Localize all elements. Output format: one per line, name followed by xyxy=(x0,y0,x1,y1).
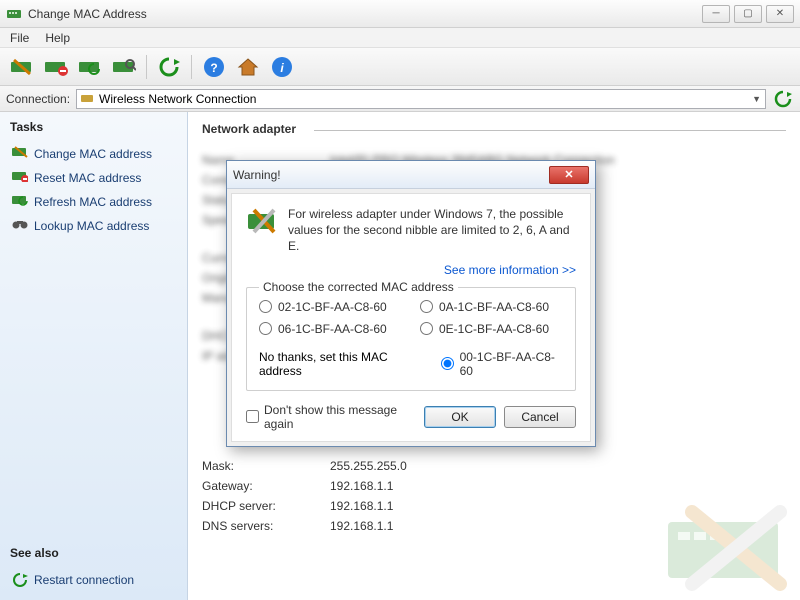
field-label: DNS servers: xyxy=(202,519,330,533)
mac-option-label: 00-1C-BF-AA-C8-60 xyxy=(460,350,563,378)
field-value: 255.255.255.0 xyxy=(330,459,407,473)
field-value: 192.168.1.1 xyxy=(330,479,393,493)
close-button[interactable]: ✕ xyxy=(766,5,794,23)
task-lookup-mac[interactable]: Lookup MAC address xyxy=(10,214,177,238)
maximize-button[interactable]: ▢ xyxy=(734,5,762,23)
dialog-title-text: Warning! xyxy=(233,168,549,182)
connection-refresh-button[interactable] xyxy=(772,88,794,110)
connection-label: Connection: xyxy=(6,92,70,106)
chevron-down-icon: ▼ xyxy=(752,94,761,104)
dialog-message: For wireless adapter under Windows 7, th… xyxy=(288,206,576,255)
field-value: 192.168.1.1 xyxy=(330,499,393,513)
field-label: Mask: xyxy=(202,459,330,473)
toolbar-refresh-button[interactable] xyxy=(153,52,185,82)
toolbar-reset-mac-button[interactable] xyxy=(40,52,72,82)
no-thanks-row: No thanks, set this MAC address 00-1C-BF… xyxy=(259,350,563,378)
watermark-icon xyxy=(662,504,792,594)
task-label: Change MAC address xyxy=(34,147,152,161)
mac-option-2[interactable]: 06-1C-BF-AA-C8-60 xyxy=(259,322,402,336)
toolbar-home-button[interactable] xyxy=(232,52,264,82)
nic-tools-icon xyxy=(246,206,278,238)
dialog-bottom: Don't show this message again OK Cancel xyxy=(246,403,576,431)
task-refresh-mac[interactable]: Refresh MAC address xyxy=(10,190,177,214)
header-rule xyxy=(314,130,786,131)
cancel-button[interactable]: Cancel xyxy=(504,406,576,428)
mac-option-label: 0E-1C-BF-AA-C8-60 xyxy=(439,322,549,336)
mac-options-fieldset: Choose the corrected MAC address 02-1C-B… xyxy=(246,287,576,391)
seealso-label: Restart connection xyxy=(34,573,134,587)
mac-option-0[interactable]: 02-1C-BF-AA-C8-60 xyxy=(259,300,402,314)
menubar: File Help xyxy=(0,28,800,48)
toolbar-help-button[interactable]: ? xyxy=(198,52,230,82)
nic-refresh-icon xyxy=(12,194,28,210)
see-also-section: See also Restart connection xyxy=(10,536,177,592)
mac-options: 02-1C-BF-AA-C8-60 0A-1C-BF-AA-C8-60 06-1… xyxy=(259,300,563,336)
window-controls: ─ ▢ ✕ xyxy=(698,5,794,23)
task-label: Lookup MAC address xyxy=(34,219,149,233)
toolbar-change-mac-button[interactable] xyxy=(6,52,38,82)
connection-value: Wireless Network Connection xyxy=(99,92,256,106)
titlebar: Change MAC Address ─ ▢ ✕ xyxy=(0,0,800,28)
field-value: 192.168.1.1 xyxy=(330,519,393,533)
menu-file[interactable]: File xyxy=(2,29,37,47)
toolbar-lookup-mac-button[interactable] xyxy=(108,52,140,82)
group-header-row: Network adapter xyxy=(202,122,786,136)
dialog-body: For wireless adapter under Windows 7, th… xyxy=(231,193,591,442)
field-mask: Mask: 255.255.255.0 xyxy=(202,456,786,476)
app-icon xyxy=(6,6,22,22)
task-label: Refresh MAC address xyxy=(34,195,152,209)
mac-option-3[interactable]: 0E-1C-BF-AA-C8-60 xyxy=(420,322,563,336)
warning-dialog: Warning! ✕ For wireless adapter under Wi… xyxy=(226,160,596,447)
dialog-close-button[interactable]: ✕ xyxy=(549,166,589,184)
seealso-restart-connection[interactable]: Restart connection xyxy=(10,568,177,592)
svg-text:?: ? xyxy=(210,61,217,75)
toolbar-refresh-mac-button[interactable] xyxy=(74,52,106,82)
binoculars-icon xyxy=(12,218,28,234)
mac-option-label: 02-1C-BF-AA-C8-60 xyxy=(278,300,387,314)
see-also-header: See also xyxy=(10,546,177,560)
sidebar: Tasks Change MAC address Reset MAC addre… xyxy=(0,112,188,600)
task-reset-mac[interactable]: Reset MAC address xyxy=(10,166,177,190)
fieldset-legend: Choose the corrected MAC address xyxy=(259,280,458,294)
mac-option-label: 06-1C-BF-AA-C8-60 xyxy=(278,322,387,336)
task-label: Reset MAC address xyxy=(34,171,141,185)
minimize-button[interactable]: ─ xyxy=(702,5,730,23)
tasks-header: Tasks xyxy=(10,120,177,134)
nic-reset-icon xyxy=(12,170,28,186)
dialog-titlebar: Warning! ✕ xyxy=(227,161,595,189)
field-gateway: Gateway: 192.168.1.1 xyxy=(202,476,786,496)
network-adapter-header: Network adapter xyxy=(202,122,296,136)
dont-show-checkbox[interactable]: Don't show this message again xyxy=(246,403,416,431)
nic-edit-icon xyxy=(12,146,28,162)
dont-show-label: Don't show this message again xyxy=(264,403,416,431)
mac-option-1[interactable]: 0A-1C-BF-AA-C8-60 xyxy=(420,300,563,314)
connection-bar: Connection: Wireless Network Connection … xyxy=(0,86,800,112)
field-label: DHCP server: xyxy=(202,499,330,513)
toolbar: ? i xyxy=(0,48,800,86)
see-more-link[interactable]: See more information >> xyxy=(246,263,576,277)
toolbar-separator xyxy=(191,55,192,79)
connection-select[interactable]: Wireless Network Connection ▼ xyxy=(76,89,766,109)
toolbar-separator xyxy=(146,55,147,79)
mac-option-label: 0A-1C-BF-AA-C8-60 xyxy=(439,300,549,314)
no-thanks-label: No thanks, set this MAC address xyxy=(259,350,427,378)
ok-button[interactable]: OK xyxy=(424,406,496,428)
adapter-icon xyxy=(81,93,95,105)
mac-option-keep[interactable]: 00-1C-BF-AA-C8-60 xyxy=(441,350,563,378)
dialog-info: For wireless adapter under Windows 7, th… xyxy=(246,206,576,255)
refresh-icon xyxy=(12,572,28,588)
menu-help[interactable]: Help xyxy=(37,29,78,47)
task-change-mac[interactable]: Change MAC address xyxy=(10,142,177,166)
window-title: Change MAC Address xyxy=(28,7,698,21)
field-label: Gateway: xyxy=(202,479,330,493)
toolbar-about-button[interactable]: i xyxy=(266,52,298,82)
